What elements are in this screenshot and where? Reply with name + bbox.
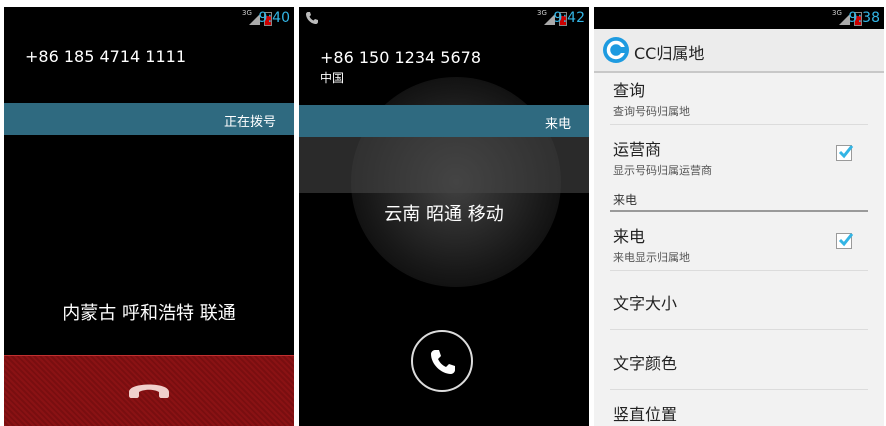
pref-title: 文字颜色	[613, 354, 678, 373]
photo-overlay	[299, 137, 589, 193]
settings-screen: 3G 9:38 CC归属地 查询 查询号码归属地 运营商 显示号码归属运营商 来…	[594, 7, 884, 426]
call-state-label: 来电	[544, 117, 571, 132]
category-divider	[610, 210, 868, 212]
status-bar: 3G 9:40	[4, 7, 294, 29]
pref-text-color[interactable]: 文字颜色	[613, 350, 863, 374]
checkmark-icon	[838, 145, 854, 159]
pref-vertical-position[interactable]: 竖直位置	[613, 401, 863, 425]
divider	[610, 389, 868, 390]
end-call-button[interactable]	[4, 355, 294, 426]
pref-title: 文字大小	[613, 294, 678, 313]
caller-location: 云南 昭通 移动	[384, 204, 504, 225]
pref-title: 查询	[613, 81, 646, 100]
category-header: 来电	[613, 193, 638, 207]
checkmark-icon	[838, 233, 854, 247]
call-state-bar: 正在拨号	[4, 103, 294, 135]
caller-number: +86 150 1234 5678	[320, 48, 481, 67]
status-time: 9:42	[553, 10, 585, 26]
status-bar: 3G 9:42	[299, 7, 589, 29]
phone-icon	[431, 350, 455, 374]
caller-number: +86 185 4714 1111	[25, 47, 186, 66]
status-bar: 3G 9:38	[594, 7, 884, 29]
app-title: CC归属地	[634, 44, 705, 63]
action-bar: CC归属地	[594, 29, 884, 73]
caller-country: 中国	[320, 71, 345, 85]
pref-carrier[interactable]: 运营商 显示号码归属运营商	[613, 136, 863, 178]
pref-title: 运营商	[613, 140, 662, 159]
carrier-checkbox[interactable]	[836, 145, 854, 161]
pref-summary: 来电显示归属地	[613, 251, 690, 264]
pref-query[interactable]: 查询 查询号码归属地	[613, 77, 863, 119]
divider	[610, 329, 868, 330]
incoming-call-screen: 3G 9:42 +86 150 1234 5678 中国 来电 云南 昭通 移动	[299, 7, 589, 426]
pref-summary: 显示号码归属运营商	[613, 164, 712, 177]
caller-location: 内蒙古 呼和浩特 联通	[62, 303, 236, 324]
incoming-checkbox[interactable]	[836, 233, 854, 249]
app-logo-icon[interactable]	[602, 36, 630, 64]
hangup-icon	[129, 384, 169, 398]
divider	[610, 124, 868, 125]
divider	[610, 270, 868, 271]
pref-text-size[interactable]: 文字大小	[613, 290, 863, 314]
pref-summary: 查询号码归属地	[613, 105, 690, 118]
answer-call-button[interactable]	[411, 330, 473, 392]
pref-title: 竖直位置	[613, 405, 678, 424]
call-state-bar: 来电	[299, 105, 589, 137]
pref-title: 来电	[613, 227, 646, 246]
status-time: 9:38	[848, 10, 880, 26]
status-time: 9:40	[258, 10, 290, 26]
call-notification-icon	[306, 12, 318, 24]
pref-incoming[interactable]: 来电 来电显示归属地	[613, 223, 863, 265]
dialing-screen: 3G 9:40 +86 185 4714 1111 正在拨号 内蒙古 呼和浩特 …	[4, 7, 294, 426]
call-state-label: 正在拨号	[223, 115, 276, 130]
